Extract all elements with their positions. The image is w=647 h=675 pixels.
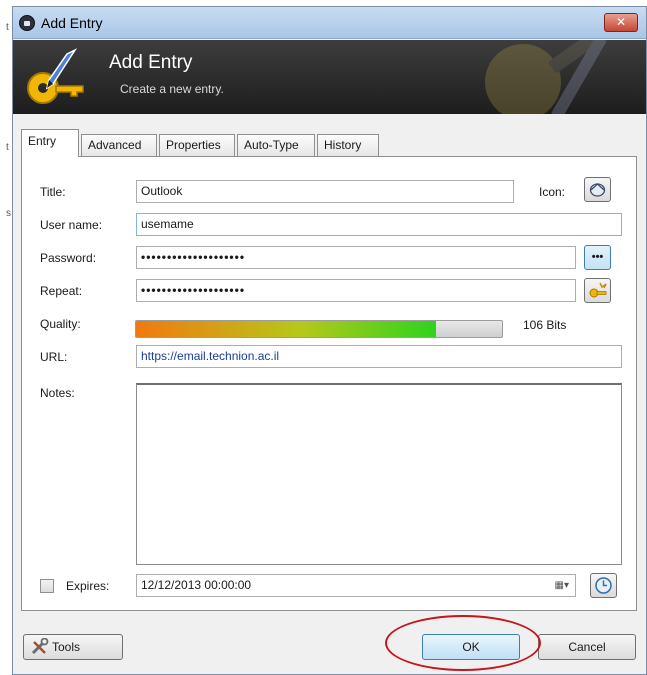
tools-label: Tools [52, 640, 81, 654]
expiry-date-field[interactable]: 12/12/2013 00:00:00 ▦▾ [136, 574, 576, 597]
reveal-password-icon[interactable]: ••• [584, 245, 611, 270]
tab-entry[interactable]: Entry [21, 129, 79, 157]
tab-history[interactable]: History [317, 134, 379, 156]
title-label: Title: [40, 185, 66, 199]
icon-label: Icon: [539, 185, 566, 199]
tab-properties[interactable]: Properties [159, 134, 235, 156]
window-title: Add Entry [41, 15, 103, 31]
entry-icon [589, 183, 606, 197]
tab-auto-type[interactable]: Auto-Type [237, 134, 315, 156]
expiry-presets-button[interactable] [590, 573, 617, 598]
banner-watermark-icon [485, 40, 646, 114]
clock-icon [595, 577, 612, 594]
background-window-edge: t t s [0, 0, 12, 675]
tools-icon [31, 638, 49, 655]
username-label: User name: [40, 218, 103, 232]
tab-advanced[interactable]: Advanced [81, 134, 157, 156]
header-banner: Add Entry Create a new entry. [13, 40, 646, 114]
lock-icon [19, 15, 35, 31]
repeat-password-field[interactable]: •••••••••••••••••••• [136, 279, 576, 302]
background-char: t [6, 22, 9, 33]
quality-label: Quality: [40, 317, 81, 331]
notes-textarea[interactable] [136, 383, 622, 565]
tools-button[interactable]: Tools [23, 634, 123, 660]
password-field[interactable]: •••••••••••••••••••• [136, 246, 576, 269]
add-entry-dialog: Add Entry ✕ Add Entry Create a new entry… [12, 6, 647, 675]
url-field[interactable]: https://email.technion.ac.il [136, 345, 622, 368]
quality-bits-text: 106 Bits [523, 318, 567, 332]
background-char: t [6, 142, 9, 153]
url-label: URL: [40, 350, 68, 364]
entry-tab-panel: Title: Outlook Icon: User name: usemame … [21, 156, 637, 611]
quality-fill [136, 321, 437, 337]
key-pen-icon [27, 48, 84, 104]
calendar-dropdown-icon[interactable]: ▦▾ [555, 575, 569, 596]
expires-label: Expires: [66, 579, 110, 593]
ok-button[interactable]: OK [422, 634, 520, 660]
repeat-label: Repeat: [40, 284, 83, 298]
banner-subtitle: Create a new entry. [120, 82, 224, 96]
password-label: Password: [40, 251, 97, 265]
password-generator-icon [589, 282, 607, 298]
title-bar[interactable]: Add Entry ✕ [13, 7, 646, 39]
title-field[interactable]: Outlook [136, 180, 514, 203]
username-field[interactable]: usemame [136, 213, 622, 236]
expires-checkbox[interactable] [40, 579, 54, 593]
password-quality-bar [135, 320, 503, 338]
cancel-button[interactable]: Cancel [538, 634, 636, 660]
expiry-date-value: 12/12/2013 00:00:00 [141, 578, 252, 592]
banner-title: Add Entry [109, 52, 193, 73]
notes-label: Notes: [40, 386, 75, 400]
background-char: s [6, 208, 11, 219]
entry-icon-button[interactable] [584, 177, 611, 202]
close-button[interactable]: ✕ [604, 13, 638, 32]
password-generator-button[interactable] [584, 278, 611, 303]
